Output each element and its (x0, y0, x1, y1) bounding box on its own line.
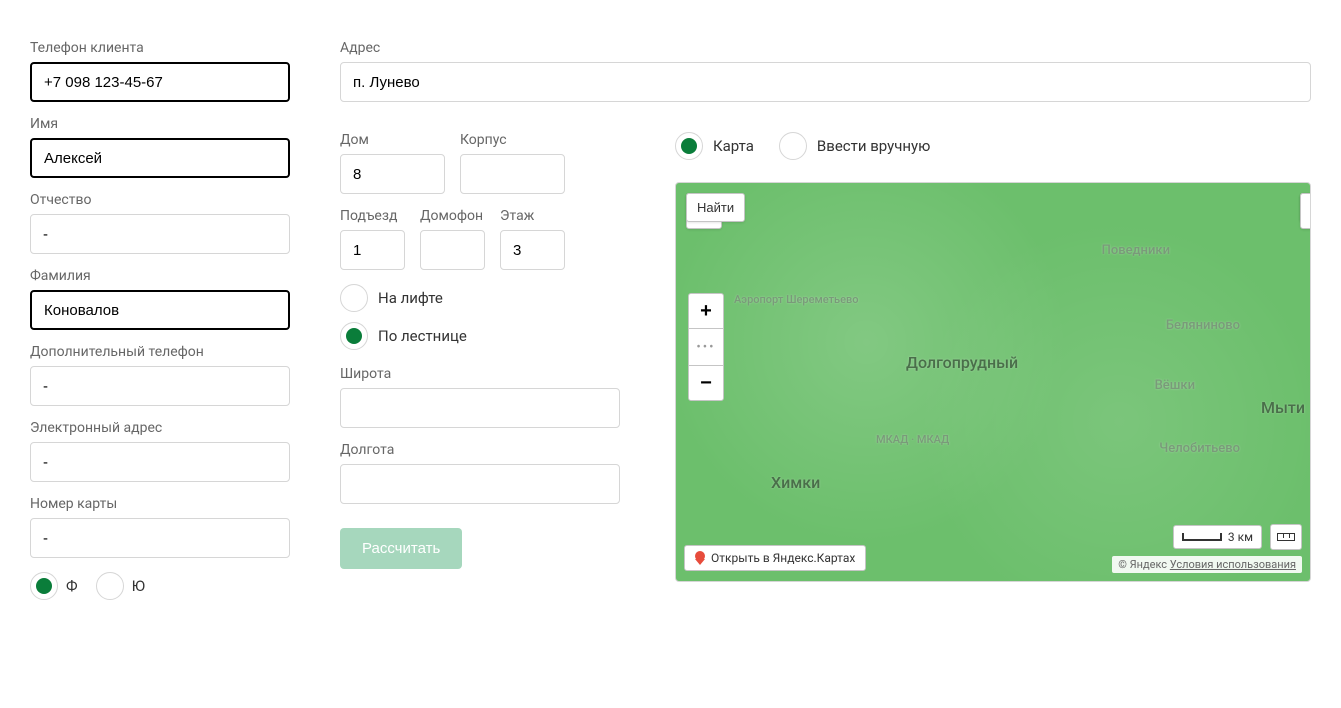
patronymic-label: Отчество (30, 192, 290, 208)
card-input[interactable] (30, 518, 290, 558)
calculate-button[interactable]: Рассчитать (340, 528, 462, 569)
lon-label: Долгота (340, 442, 620, 458)
map-find-button[interactable]: Найти (686, 193, 745, 222)
map-zoom-out-button[interactable]: − (688, 365, 724, 401)
map-copyright-text: © Яндекс (1118, 558, 1170, 571)
extra-phone-label: Дополнительный телефон (30, 344, 290, 360)
address-input[interactable] (340, 62, 1311, 102)
map-scale-indicator: 3 км (1173, 525, 1262, 549)
lat-input[interactable] (340, 388, 620, 428)
map-mode-map-radio[interactable] (675, 132, 703, 160)
map-place-myti: Мыти (1261, 398, 1305, 417)
map-scale-text: 3 км (1228, 530, 1253, 544)
map-place-belyaninovo: Беляниново (1166, 318, 1240, 333)
map-widget[interactable]: Долгопрудный Химки Мыти Поведники Беляни… (675, 182, 1311, 582)
map-mode-map-label: Карта (713, 137, 754, 155)
stairs-radio[interactable] (340, 322, 368, 350)
map-place-khimki: Химки (771, 473, 820, 492)
lat-label: Широта (340, 366, 620, 382)
scale-bar-icon (1182, 533, 1222, 541)
surname-input[interactable] (30, 290, 290, 330)
client-type-u-radio[interactable] (96, 572, 124, 600)
map-mode-manual-label: Ввести вручную (817, 137, 931, 155)
name-label: Имя (30, 116, 290, 132)
email-label: Электронный адрес (30, 420, 290, 436)
address-label: Адрес (340, 40, 1311, 56)
map-place-vyoshki: Вёшки (1155, 378, 1195, 393)
intercom-input[interactable] (420, 230, 485, 270)
intercom-label: Домофон (420, 208, 485, 224)
map-fullscreen-button[interactable]: ⤢ (1300, 193, 1311, 229)
client-type-f-label: Ф (66, 577, 78, 595)
extra-phone-input[interactable] (30, 366, 290, 406)
entrance-label: Подъезд (340, 208, 405, 224)
house-input[interactable] (340, 154, 445, 194)
map-mkad: МКАД · МКАД (876, 433, 949, 446)
map-open-yandex-link[interactable]: Открыть в Яндекс.Картах (684, 545, 866, 571)
floor-label: Этаж (500, 208, 565, 224)
map-zoom-in-button[interactable]: + (688, 293, 724, 329)
korpus-input[interactable] (460, 154, 565, 194)
ruler-icon (1277, 533, 1295, 541)
house-label: Дом (340, 132, 445, 148)
patronymic-input[interactable] (30, 214, 290, 254)
map-ruler-button[interactable] (1270, 524, 1302, 550)
phone-label: Телефон клиента (30, 40, 290, 56)
map-copyright: © Яндекс Условия использования (1112, 556, 1302, 573)
phone-input[interactable] (30, 62, 290, 102)
map-place-povedniki: Поведники (1102, 243, 1170, 258)
card-label: Номер карты (30, 496, 290, 512)
stairs-label: По лестнице (378, 327, 467, 345)
map-mode-manual-radio[interactable] (779, 132, 807, 160)
lon-input[interactable] (340, 464, 620, 504)
name-input[interactable] (30, 138, 290, 178)
email-input[interactable] (30, 442, 290, 482)
lift-label: На лифте (378, 289, 443, 307)
map-terms-link[interactable]: Условия использования (1170, 558, 1296, 571)
map-zoom-slider[interactable]: ••• (688, 329, 724, 365)
map-place-airport: Аэропорт Шереметьево (734, 293, 859, 306)
map-place-dolgoprudny: Долгопрудный (906, 353, 1018, 372)
surname-label: Фамилия (30, 268, 290, 284)
map-place-chelobitevo: Челобитьево (1159, 441, 1240, 456)
client-type-u-label: Ю (132, 577, 145, 595)
map-open-yandex-label: Открыть в Яндекс.Картах (711, 551, 855, 565)
korpus-label: Корпус (460, 132, 565, 148)
client-type-f-radio[interactable] (30, 572, 58, 600)
map-pin-icon (695, 551, 705, 565)
lift-radio[interactable] (340, 284, 368, 312)
floor-input[interactable] (500, 230, 565, 270)
entrance-input[interactable] (340, 230, 405, 270)
